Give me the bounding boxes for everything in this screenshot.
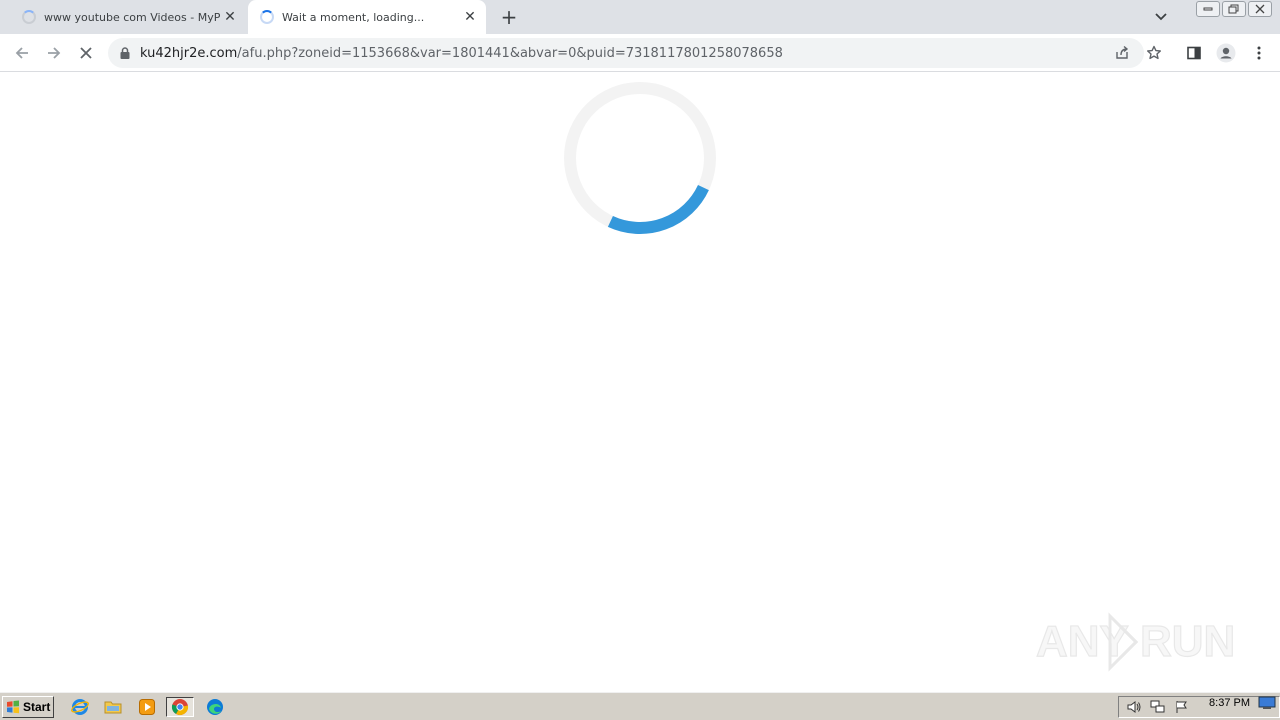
new-tab-button[interactable]: +	[498, 5, 520, 29]
menu-button[interactable]	[1248, 42, 1270, 64]
close-window-button[interactable]	[1248, 1, 1272, 17]
forward-button[interactable]	[43, 42, 65, 64]
share-icon[interactable]	[1114, 45, 1130, 61]
tab-1[interactable]: www youtube com Videos - MyPornW ✕	[8, 0, 246, 34]
back-button[interactable]	[11, 42, 33, 64]
page-content: ANY RUN	[0, 72, 1280, 692]
show-desktop-icon[interactable]	[1258, 696, 1276, 710]
media-player-icon[interactable]	[136, 697, 158, 717]
url-text[interactable]: ku42hjr2e.com/afu.php?zoneid=1153668&var…	[140, 46, 783, 61]
windows-flag-icon	[7, 700, 19, 714]
volume-icon[interactable]	[1125, 699, 1143, 715]
watermark-text-left: ANY	[1036, 617, 1129, 666]
loading-spinner-icon	[22, 10, 36, 24]
system-tray	[1118, 696, 1280, 718]
browser-toolbar: ku42hjr2e.com/afu.php?zoneid=1153668&var…	[0, 34, 1280, 72]
tab-close-button[interactable]: ✕	[220, 7, 240, 27]
minimize-button[interactable]	[1196, 1, 1220, 17]
tab-title: Wait a moment, loading...	[282, 10, 425, 24]
profile-button[interactable]	[1215, 42, 1237, 64]
ie-icon[interactable]	[69, 697, 91, 717]
loading-spinner-icon	[260, 10, 274, 24]
watermark-text-right: RUN	[1140, 617, 1235, 666]
arrow-left-icon	[15, 47, 28, 59]
anyrun-watermark: ANY RUN	[1036, 612, 1236, 672]
close-icon	[80, 47, 92, 59]
start-button[interactable]: Start	[2, 696, 54, 718]
url-host: ku42hjr2e.com	[140, 45, 238, 61]
url-path: /afu.php?zoneid=1153668&var=1801441&abva…	[237, 45, 783, 61]
lock-icon[interactable]	[118, 46, 132, 60]
chrome-icon[interactable]	[166, 697, 194, 717]
taskbar: Start 8:37 PM	[0, 692, 1280, 720]
edge-icon[interactable]	[204, 697, 226, 717]
network-icon[interactable]	[1149, 699, 1167, 715]
tab-close-button[interactable]: ✕	[460, 7, 480, 27]
restore-button[interactable]	[1222, 1, 1246, 17]
address-bar[interactable]: ku42hjr2e.com/afu.php?zoneid=1153668&var…	[108, 38, 1161, 68]
start-label: Start	[23, 700, 51, 714]
side-panel-button[interactable]	[1183, 42, 1205, 64]
spinner-progress-arc	[607, 184, 709, 234]
tab-strip: www youtube com Videos - MyPornW ✕ Wait …	[0, 0, 1280, 34]
bookmark-star-icon[interactable]	[1146, 45, 1162, 61]
explorer-icon[interactable]	[102, 697, 124, 717]
arrow-right-icon	[48, 47, 61, 59]
loading-spinner	[564, 82, 716, 234]
tab-search-chevron-icon[interactable]	[1152, 8, 1170, 26]
more-vert-icon	[1257, 46, 1261, 60]
stop-loading-button[interactable]	[75, 42, 97, 64]
side-panel-icon	[1187, 46, 1201, 60]
avatar-icon	[1216, 43, 1236, 63]
tab-2[interactable]: Wait a moment, loading... ✕	[248, 0, 486, 34]
tab-title: www youtube com Videos - MyPornW	[44, 10, 220, 24]
taskbar-clock[interactable]: 8:37 PM	[1209, 697, 1250, 709]
action-center-flag-icon[interactable]	[1173, 699, 1191, 715]
